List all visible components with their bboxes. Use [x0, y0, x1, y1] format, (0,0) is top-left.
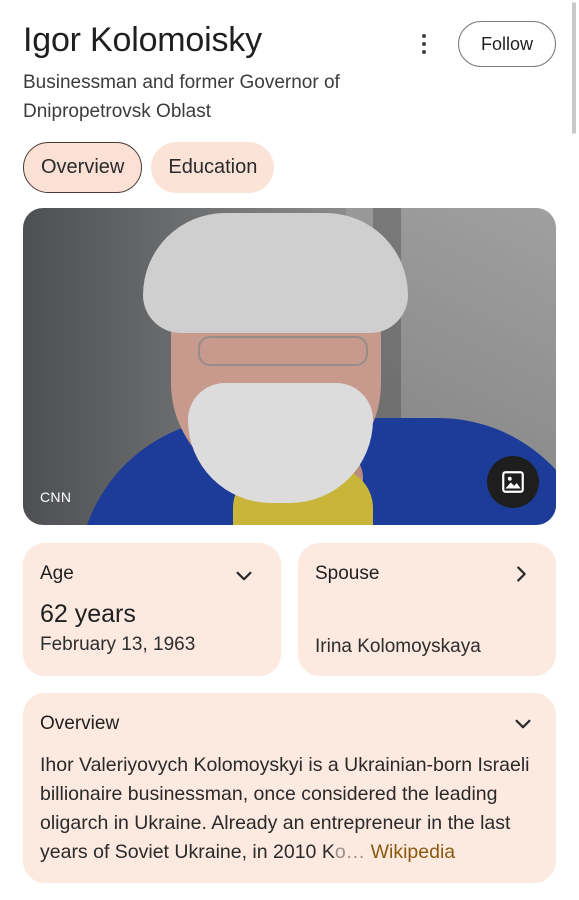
overview-text: Ihor Valeriyovych Kolomoyskyi is a Ukrai…: [40, 751, 545, 867]
wikipedia-link[interactable]: Wikipedia: [371, 841, 456, 863]
hero-image[interactable]: CNN: [23, 208, 556, 525]
birth-date: February 13, 1963: [40, 634, 196, 655]
scrollbar[interactable]: [572, 2, 576, 134]
tab-bar: Overview Education: [23, 142, 275, 193]
more-options-button[interactable]: [408, 26, 440, 62]
spouse-label: Spouse: [315, 563, 380, 584]
image-credit: CNN: [40, 489, 72, 505]
overview-truncated: o…: [334, 841, 366, 863]
overview-card[interactable]: Overview Ihor Valeriyovych Kolomoyskyi i…: [23, 693, 556, 883]
chevron-right-icon: [517, 566, 526, 582]
portrait-glasses: [198, 336, 368, 366]
chevron-down-icon: [236, 571, 252, 581]
spouse-card[interactable]: Spouse Irina Kolomoyskaya: [298, 543, 556, 676]
follow-button[interactable]: Follow: [458, 21, 556, 67]
tab-overview[interactable]: Overview: [23, 142, 143, 193]
overview-label: Overview: [40, 713, 120, 734]
age-value: 62 years: [40, 600, 136, 628]
overview-body: Ihor Valeriyovych Kolomoyskyi is a Ukrai…: [40, 754, 530, 863]
age-label: Age: [40, 563, 74, 584]
more-vert-icon: [422, 34, 426, 38]
portrait-hair: [143, 213, 408, 333]
image-icon: [502, 471, 524, 493]
view-images-button[interactable]: [487, 456, 539, 508]
age-card[interactable]: Age 62 years February 13, 1963: [23, 543, 281, 676]
tab-education[interactable]: Education: [151, 142, 275, 193]
chevron-down-icon: [515, 719, 531, 729]
entity-subtitle: Businessman and former Governor of Dnipr…: [23, 72, 340, 122]
spouse-name[interactable]: Irina Kolomoyskaya: [315, 636, 481, 658]
